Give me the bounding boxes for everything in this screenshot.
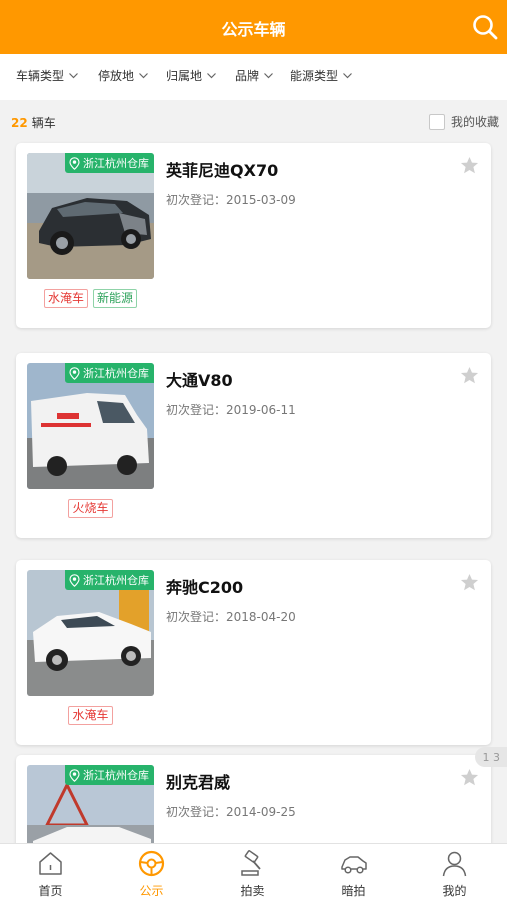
vehicle-photo: 浙江杭州仓库 (27, 153, 154, 279)
location-pin-icon (69, 768, 80, 782)
star-icon[interactable] (460, 366, 479, 385)
registration-date: 初次登记：2019-06-11 (166, 403, 296, 417)
tag-new-energy: 新能源 (93, 289, 138, 308)
my-favorites-toggle[interactable]: 我的收藏 (428, 113, 499, 130)
gavel-icon (241, 850, 261, 876)
filter-brand[interactable]: 品牌 (235, 67, 274, 84)
page-indicator: 1 3 (474, 747, 507, 767)
home-icon (39, 852, 62, 875)
vehicle-count: 22 辆车 (11, 114, 56, 131)
filter-parking-location[interactable]: 停放地 (98, 67, 149, 84)
tab-label: 公示 (139, 884, 164, 898)
vehicle-name: 奔驰C200 (166, 578, 244, 597)
vehicle-tags: 火烧车 (16, 499, 165, 518)
vehicle-name: 大通V80 (166, 371, 233, 390)
filter-label: 能源类型 (290, 69, 339, 83)
chevron-down-icon (264, 73, 273, 79)
vehicle-card[interactable]: 浙江杭州仓库 英菲尼迪QX70 初次登记：2015-03-09 水淹车 新能源 (16, 143, 491, 328)
registration-date: 初次登记：2015-03-09 (166, 193, 296, 207)
filter-vehicle-type[interactable]: 车辆类型 (16, 67, 79, 84)
filter-label: 车辆类型 (16, 69, 65, 83)
location-text: 浙江杭州仓库 (83, 157, 149, 170)
user-icon (442, 851, 467, 877)
vehicle-name: 别克君威 (166, 773, 231, 792)
tab-label: 拍卖 (240, 884, 265, 898)
location-text: 浙江杭州仓库 (83, 367, 149, 380)
chevron-down-icon (139, 73, 148, 79)
location-badge: 浙江杭州仓库 (65, 570, 154, 590)
location-pin-icon (69, 573, 80, 587)
vehicle-card[interactable]: 浙江杭州仓库 大通V80 初次登记：2019-06-11 火烧车 (16, 353, 491, 538)
chevron-down-icon (69, 73, 78, 79)
steering-wheel-icon (138, 850, 165, 877)
bottom-tab-bar: 首页 公示 拍卖 暗拍 我的 (0, 843, 507, 900)
registration-date: 初次登记：2014-09-25 (166, 805, 296, 819)
filter-bar: 车辆类型 停放地 归属地 品牌 能源类型 (0, 54, 507, 100)
app-header: 公示车辆 (0, 0, 507, 54)
search-icon[interactable] (471, 13, 499, 41)
tag-flooded: 水淹车 (43, 289, 88, 308)
vehicle-count-unit: 辆车 (31, 116, 56, 130)
tab-sealed-auction[interactable]: 暗拍 (303, 844, 404, 900)
tab-label: 我的 (442, 884, 467, 898)
vehicle-count-number: 22 (11, 116, 28, 130)
tab-label: 首页 (38, 884, 63, 898)
page-title: 公示车辆 (221, 20, 286, 39)
vehicle-card[interactable]: 浙江杭州仓库 奔驰C200 初次登记：2018-04-20 水淹车 (16, 560, 491, 745)
star-icon[interactable] (460, 573, 479, 592)
filter-energy-type[interactable]: 能源类型 (290, 67, 353, 84)
location-text: 浙江杭州仓库 (83, 769, 149, 782)
location-pin-icon (69, 366, 80, 380)
filter-label: 归属地 (166, 69, 203, 83)
vehicle-name: 英菲尼迪QX70 (166, 161, 279, 180)
chevron-down-icon (207, 73, 216, 79)
list-summary: 22 辆车 我的收藏 (0, 100, 507, 142)
favorites-checkbox[interactable] (428, 113, 445, 130)
favorites-label: 我的收藏 (450, 115, 499, 129)
location-pin-icon (69, 156, 80, 170)
tab-auction[interactable]: 拍卖 (202, 844, 303, 900)
vehicle-photo: 浙江杭州仓库 (27, 363, 154, 489)
star-icon[interactable] (460, 156, 479, 175)
tab-label: 暗拍 (341, 884, 366, 898)
registration-date: 初次登记：2018-04-20 (166, 610, 296, 624)
tab-home[interactable]: 首页 (0, 844, 101, 900)
tab-profile[interactable]: 我的 (404, 844, 505, 900)
location-badge: 浙江杭州仓库 (65, 765, 154, 785)
filter-label: 停放地 (98, 69, 135, 83)
tag-flooded: 水淹车 (68, 706, 113, 725)
tag-fire-damaged: 火烧车 (68, 499, 113, 518)
location-text: 浙江杭州仓库 (83, 574, 149, 587)
vehicle-tags: 水淹车 (16, 706, 165, 725)
filter-label: 品牌 (235, 69, 260, 83)
car-icon (341, 856, 367, 874)
filter-origin[interactable]: 归属地 (166, 67, 217, 84)
location-badge: 浙江杭州仓库 (65, 153, 154, 173)
location-badge: 浙江杭州仓库 (65, 363, 154, 383)
vehicle-photo: 浙江杭州仓库 (27, 570, 154, 696)
chevron-down-icon (343, 73, 352, 79)
star-icon[interactable] (460, 768, 479, 787)
tab-public-vehicles[interactable]: 公示 (101, 844, 202, 900)
vehicle-tags: 水淹车 新能源 (16, 289, 165, 308)
